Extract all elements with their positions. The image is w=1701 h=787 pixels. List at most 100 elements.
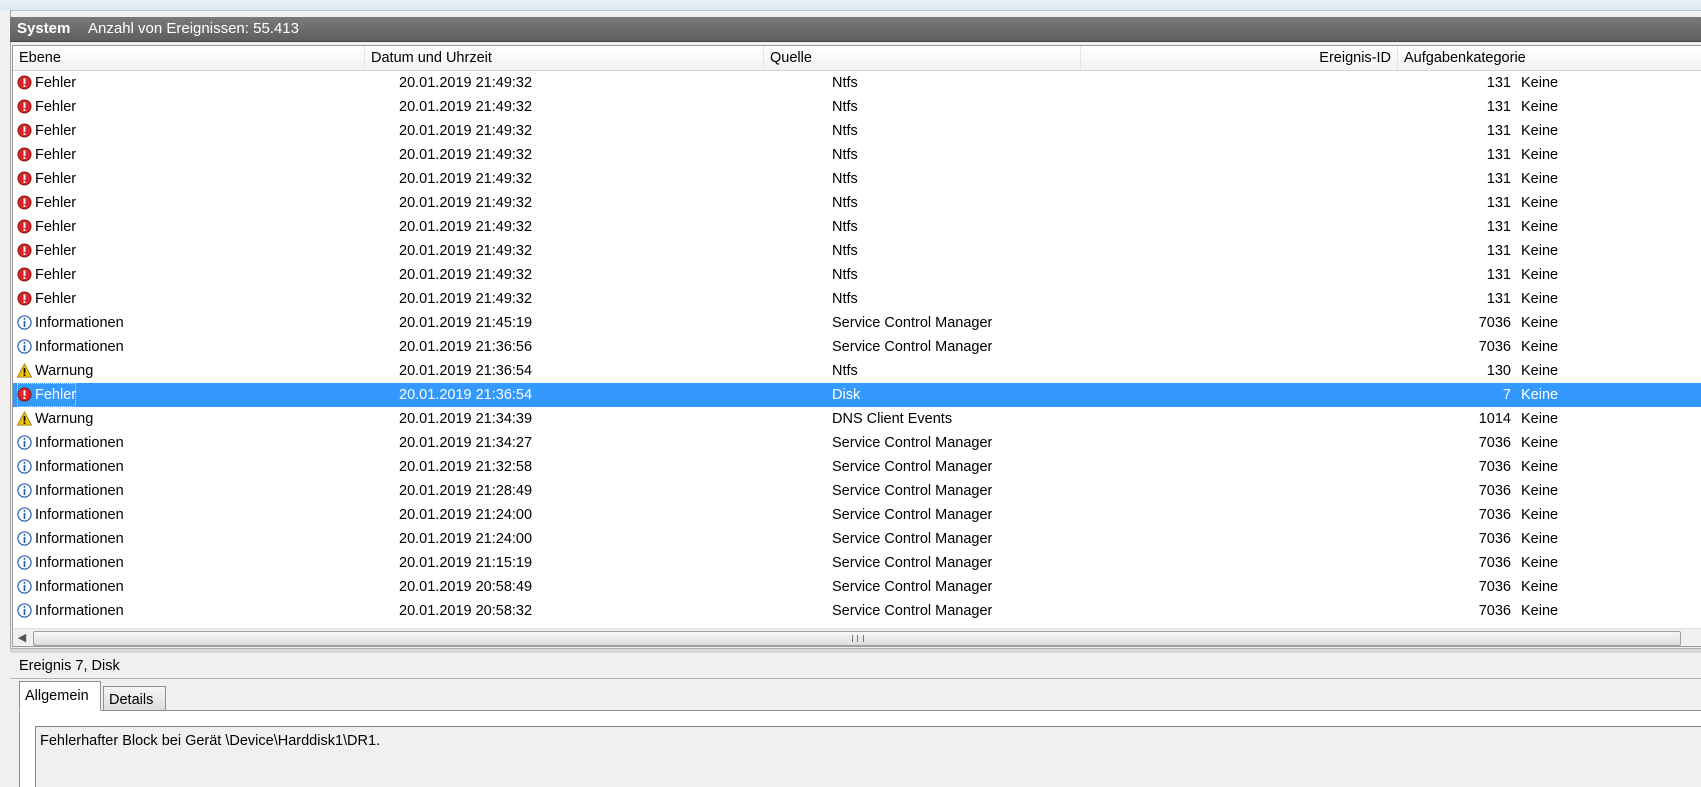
cell-datetime: 20.01.2019 20:58:32 [399, 603, 533, 619]
column-header-datum[interactable]: Datum und Uhrzeit [365, 46, 764, 70]
cell-level: Warnung [17, 407, 402, 431]
cell-category: Keine [1521, 411, 1559, 427]
table-row[interactable]: Fehler 20.01.2019 21:49:32 Ntfs 131 Keine [13, 239, 1701, 263]
scrollbar-grip-icon [852, 635, 864, 642]
cell-category: Keine [1521, 459, 1559, 475]
cell-source: Ntfs [832, 267, 858, 283]
level-label: Fehler [17, 239, 76, 263]
level-label: Informationen [17, 311, 124, 335]
table-row[interactable]: Informationen 20.01.2019 21:24:00 Service … [13, 503, 1701, 527]
table-row[interactable]: Informationen 20.01.2019 21:45:19 Service … [13, 311, 1701, 335]
level-text: Informationen [35, 531, 124, 547]
cell-level: Fehler [17, 95, 402, 119]
tab-allgemein[interactable]: Allgemein [19, 681, 101, 711]
table-row[interactable]: Fehler 20.01.2019 21:49:32 Ntfs 131 Keine [13, 287, 1701, 311]
cell-level: Fehler [17, 383, 402, 407]
cell-datetime: 20.01.2019 21:36:54 [399, 387, 533, 403]
table-row[interactable]: Fehler 20.01.2019 21:49:32 Ntfs 131 Keine [13, 191, 1701, 215]
cell-datetime: 20.01.2019 21:49:32 [399, 291, 533, 307]
cell-category: Keine [1521, 75, 1559, 91]
table-row[interactable]: Fehler 20.01.2019 21:49:32 Ntfs 131 Keine [13, 95, 1701, 119]
cell-datetime: 20.01.2019 21:49:32 [399, 219, 533, 235]
level-text: Fehler [35, 219, 77, 235]
error-icon [17, 123, 32, 138]
level-label: Fehler [17, 287, 76, 311]
level-label: Fehler [17, 143, 76, 167]
cell-level: Informationen [17, 335, 402, 359]
level-label: Informationen [17, 599, 124, 623]
tab-details[interactable]: Details [103, 686, 166, 712]
level-label: Informationen [17, 503, 124, 527]
cell-source: Service Control Manager [832, 531, 993, 547]
table-row[interactable]: Fehler 20.01.2019 21:49:32 Ntfs 131 Keine [13, 119, 1701, 143]
column-header-ebene[interactable]: Ebene [13, 46, 365, 70]
info-icon [17, 339, 32, 354]
cell-category: Keine [1521, 147, 1559, 163]
cell-datetime: 20.01.2019 21:49:32 [399, 243, 533, 259]
cell-level: Fehler [17, 215, 402, 239]
cell-datetime: 20.01.2019 21:34:27 [399, 435, 533, 451]
cell-datetime: 20.01.2019 21:15:19 [399, 555, 533, 571]
cell-source: Ntfs [832, 75, 858, 91]
detail-title: Ereignis 7, Disk [19, 658, 120, 674]
cell-event-id: 7036 [1478, 531, 1511, 547]
table-row[interactable]: Warnung 20.01.2019 21:34:39 DNS Client Eve… [13, 407, 1701, 431]
level-text: Informationen [35, 483, 124, 499]
table-row[interactable]: Informationen 20.01.2019 21:15:19 Service … [13, 551, 1701, 575]
level-label: Informationen [17, 551, 124, 575]
cell-event-id: 131 [1486, 291, 1511, 307]
table-row[interactable]: Informationen 20.01.2019 21:28:49 Service … [13, 479, 1701, 503]
level-label: Informationen [17, 431, 124, 455]
cell-level: Fehler [17, 143, 402, 167]
error-icon [17, 219, 32, 234]
level-text: Informationen [35, 507, 124, 523]
table-row[interactable]: Fehler 20.01.2019 21:49:32 Ntfs 131 Keine [13, 167, 1701, 191]
error-icon [17, 387, 32, 402]
info-icon [17, 603, 32, 618]
event-description-box[interactable]: Fehlerhafter Block bei Gerät \Device\Har… [35, 726, 1701, 787]
level-text: Fehler [35, 171, 77, 187]
level-text: Fehler [35, 387, 77, 403]
table-row[interactable]: Fehler 20.01.2019 21:49:32 Ntfs 131 Keine [13, 143, 1701, 167]
cell-source: Disk [832, 387, 861, 403]
table-row[interactable]: Fehler 20.01.2019 21:49:32 Ntfs 131 Keine [13, 215, 1701, 239]
event-count: Anzahl von Ereignissen: 55.413 [88, 20, 299, 37]
cell-category: Keine [1521, 579, 1559, 595]
level-text: Informationen [35, 315, 124, 331]
column-header-ereignis-id[interactable]: Ereignis-ID [1081, 46, 1398, 70]
cell-level: Informationen [17, 599, 402, 623]
level-text: Informationen [35, 579, 124, 595]
table-row[interactable]: Informationen 20.01.2019 20:58:32 Service … [13, 599, 1701, 623]
cell-datetime: 20.01.2019 21:49:32 [399, 171, 533, 187]
cell-source: Ntfs [832, 291, 858, 307]
table-row[interactable]: Informationen 20.01.2019 21:34:27 Service … [13, 431, 1701, 455]
cell-level: Informationen [17, 503, 402, 527]
table-row[interactable]: Informationen 20.01.2019 20:58:49 Service … [13, 575, 1701, 599]
cell-datetime: 20.01.2019 21:49:32 [399, 123, 533, 139]
cell-source: Ntfs [832, 171, 858, 187]
scroll-left-arrow-icon[interactable]: ◀ [15, 632, 29, 644]
column-header-aufgabenkategorie[interactable]: Aufgabenkategorie [1398, 46, 1701, 70]
level-text: Warnung [35, 363, 94, 379]
cell-datetime: 20.01.2019 21:34:39 [399, 411, 533, 427]
table-row[interactable]: Informationen 20.01.2019 21:36:56 Service … [13, 335, 1701, 359]
cell-category: Keine [1521, 219, 1559, 235]
column-header-quelle[interactable]: Quelle [764, 46, 1081, 70]
cell-level: Informationen [17, 311, 402, 335]
cell-level: Fehler [17, 119, 402, 143]
horizontal-scrollbar[interactable]: ◀ [13, 628, 1701, 646]
cell-event-id: 131 [1486, 267, 1511, 283]
table-row[interactable]: Fehler 20.01.2019 21:36:54 Disk 7 Keine [13, 383, 1701, 407]
level-label: Warnung [17, 407, 93, 431]
table-row[interactable]: Fehler 20.01.2019 21:49:32 Ntfs 131 Keine [13, 263, 1701, 287]
table-row[interactable]: Informationen 20.01.2019 21:32:58 Service … [13, 455, 1701, 479]
cell-category: Keine [1521, 507, 1559, 523]
cell-level: Informationen [17, 431, 402, 455]
table-row[interactable]: Informationen 20.01.2019 21:24:00 Service … [13, 527, 1701, 551]
cell-source: Ntfs [832, 147, 858, 163]
scrollbar-thumb[interactable] [33, 631, 1681, 646]
table-row[interactable]: Warnung 20.01.2019 21:36:54 Ntfs 130 Keine [13, 359, 1701, 383]
table-row[interactable]: Fehler 20.01.2019 21:49:32 Ntfs 131 Keine [13, 71, 1701, 95]
event-list[interactable]: Ebene Datum und Uhrzeit Quelle Ereignis-… [12, 45, 1701, 647]
cell-category: Keine [1521, 363, 1559, 379]
